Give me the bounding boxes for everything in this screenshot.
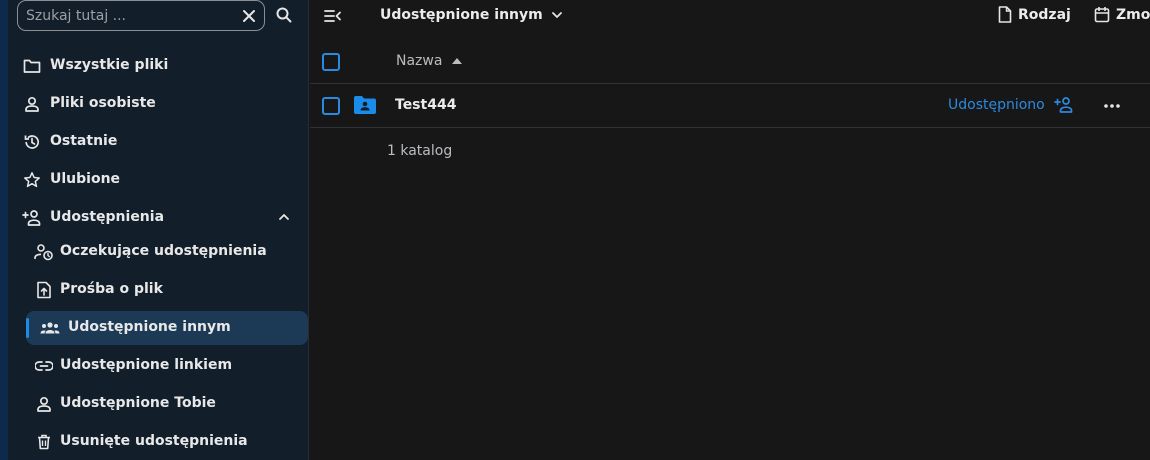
trash-icon [34, 433, 54, 451]
chevron-up-icon[interactable] [276, 209, 292, 225]
breadcrumb[interactable]: Udostępnione innym [380, 7, 563, 23]
sidebar-item-pending-shares[interactable]: Oczekujące udostępnienia [22, 235, 300, 269]
select-all-checkbox[interactable] [322, 53, 340, 71]
file-name[interactable]: Test444 [395, 97, 456, 113]
row-checkbox[interactable] [322, 97, 340, 115]
filter-type-button[interactable]: Rodzaj [998, 6, 1071, 23]
filter-label: Rodzaj [1018, 6, 1071, 23]
link-icon [34, 357, 54, 375]
file-icon [998, 6, 1012, 23]
sidebar-item-label: Oczekujące udostępnienia [60, 243, 267, 259]
sidebar-item-shared-with-others[interactable]: Udostępnione innym [26, 311, 308, 345]
sidebar-item-label: Usunięte udostępnienia [60, 433, 248, 449]
column-header-label: Nazwa [396, 53, 443, 69]
sharing-status-button[interactable]: Udostępniono [948, 96, 1074, 114]
row-divider [310, 127, 1150, 128]
file-upload-icon [34, 281, 54, 299]
row-actions-button[interactable] [1102, 96, 1122, 116]
close-icon [243, 10, 255, 22]
history-icon [22, 133, 42, 151]
sidebar-item-label: Wszystkie pliki [50, 57, 169, 73]
search-box [17, 0, 265, 31]
sidebar-item-recent[interactable]: Ostatnie [22, 125, 300, 159]
sidebar-item-label: Udostępnienia [50, 209, 165, 225]
sidebar-item-shared-with-you[interactable]: Udostępnione Tobie [22, 387, 300, 421]
breadcrumb-current: Udostępnione innym [380, 7, 543, 23]
filter-label: Zmo [1116, 6, 1150, 23]
sidebar-item-label: Udostępnione Tobie [60, 395, 216, 411]
star-icon [22, 171, 42, 189]
list-summary: 1 katalog [387, 143, 453, 159]
sidebar-item-label: Prośba o plik [60, 281, 163, 297]
app-edge-strip [0, 0, 8, 460]
chevron-down-icon [551, 12, 562, 18]
share-person-icon [1053, 97, 1073, 113]
sidebar-item-label: Udostępnione linkiem [60, 357, 233, 373]
sidebar-item-deleted-shares[interactable]: Usunięte udostępnienia [22, 425, 300, 459]
share-person-icon [22, 209, 42, 227]
calendar-icon [1094, 7, 1110, 23]
table-row[interactable]: Test444 Udostępniono [310, 84, 1150, 128]
sidebar-item-personal-files[interactable]: Pliki osobiste [22, 87, 300, 121]
sidebar-item-label: Ostatnie [50, 133, 118, 149]
person-icon [22, 95, 42, 113]
search-icon [276, 7, 292, 23]
shared-folder-icon [354, 96, 376, 114]
sidebar-item-label: Pliki osobiste [50, 95, 156, 111]
sidebar-item-shares[interactable]: Udostępnienia [22, 201, 300, 235]
sidebar-item-all-files[interactable]: Wszystkie pliki [22, 49, 300, 83]
sharing-status-label: Udostępniono [948, 97, 1045, 113]
toggle-navigation-button[interactable] [322, 5, 344, 27]
sidebar-item-file-request[interactable]: Prośba o plik [22, 273, 300, 307]
filter-modified-button[interactable]: Zmo [1094, 6, 1150, 23]
sort-ascending-icon [452, 58, 463, 64]
column-header-name[interactable]: Nazwa [396, 53, 463, 69]
pending-share-icon [34, 243, 54, 261]
group-icon [40, 319, 60, 337]
more-horizontal-icon [1104, 104, 1120, 108]
person-icon [34, 395, 54, 413]
search-input[interactable] [26, 6, 226, 26]
sidebar-item-label: Udostępnione innym [68, 319, 231, 335]
search-button[interactable] [272, 3, 296, 27]
clear-search-button[interactable] [240, 7, 258, 25]
file-list-view: Udostępnione innym Rodzaj Zmo Nazwa Test… [310, 0, 1150, 460]
sidebar-item-favorites[interactable]: Ulubione [22, 163, 300, 197]
sidebar: Wszystkie pliki Pliki osobiste Ostatnie … [8, 0, 309, 460]
sidebar-item-shared-by-link[interactable]: Udostępnione linkiem [22, 349, 300, 383]
menu-collapse-icon [324, 10, 341, 22]
folder-icon [22, 57, 42, 75]
sidebar-item-label: Ulubione [50, 171, 121, 187]
